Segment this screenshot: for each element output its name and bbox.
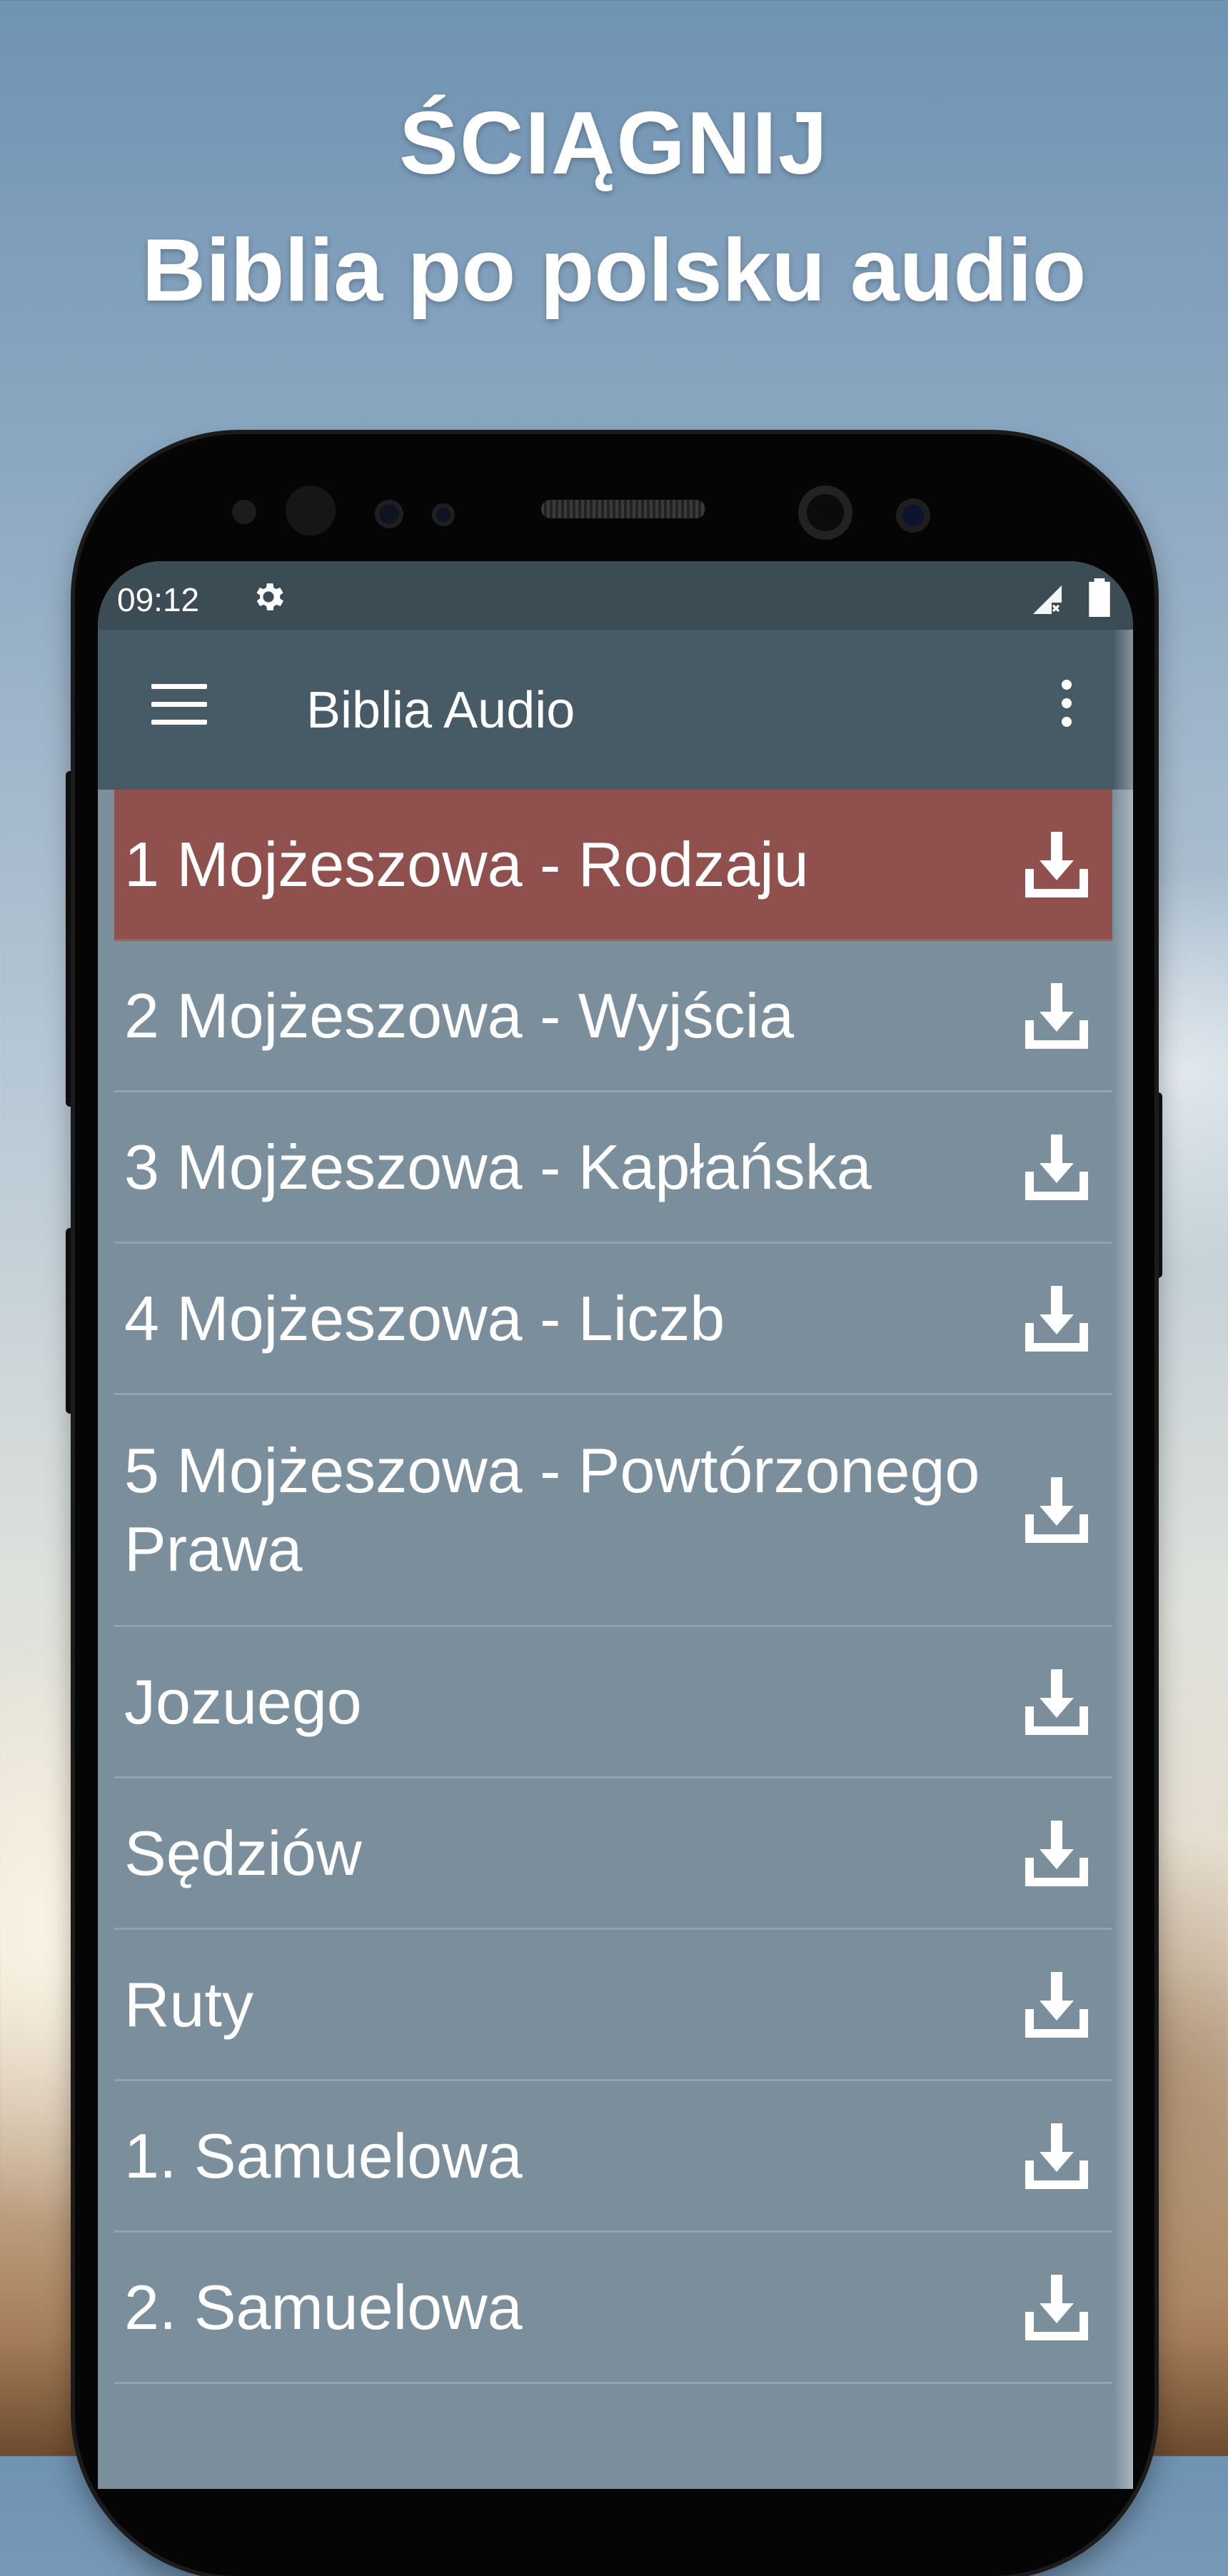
download-icon[interactable] [1022,2120,1091,2192]
download-icon[interactable] [1022,1132,1091,1203]
book-row[interactable]: 1. Samuelowa [114,2081,1112,2233]
book-title: 2. Samuelowa [124,2271,523,2343]
menu-icon[interactable] [151,684,207,725]
book-title: 4 Mojżeszowa - Liczb [124,1282,725,1354]
book-title: 3 Mojżeszowa - Kapłańska [124,1131,872,1202]
signal-icon [1033,585,1062,614]
book-row[interactable]: Ruty [114,1930,1112,2081]
phone-screen: 09:12 Biblia Audio 1 Mojżeszowa - Rodzaj… [98,561,1133,2489]
phone-sensor [432,503,455,526]
download-icon[interactable] [1022,1818,1091,1889]
book-row[interactable]: 5 Mojżeszowa - Powtórzonego Prawa [114,1395,1112,1627]
phone-earpiece [541,500,705,518]
phone-volume-button [66,771,76,1107]
phone-sensor [375,500,403,528]
book-row[interactable]: Jozuego [114,1627,1112,1778]
download-icon[interactable] [1022,1969,1091,2041]
book-title: 2 Mojżeszowa - Wyjścia [124,980,795,1051]
download-icon[interactable] [1022,829,1091,900]
download-icon[interactable] [1022,1474,1091,1546]
phone-iris-scanner [896,498,930,533]
book-title: 1. Samuelowa [124,2120,523,2191]
download-icon[interactable] [1022,2272,1091,2343]
book-row[interactable]: 4 Mojżeszowa - Liczb [114,1244,1112,1395]
book-row[interactable]: 1 Mojżeszowa - Rodzaju [114,790,1112,941]
screen-edge-shade [1113,630,1133,2489]
phone-sensor [286,485,336,535]
download-icon[interactable] [1022,1283,1091,1354]
phone-bixby-button [66,1228,76,1414]
download-icon[interactable] [1022,980,1091,1052]
book-title: Sędziów [124,1817,362,1888]
book-title: Jozuego [124,1666,362,1737]
promo-headline: ŚCIĄGNIJ [399,94,829,193]
book-title: 5 Mojżeszowa - Powtórzonego Prawa [124,1435,980,1584]
app-title: Biblia Audio [306,682,575,739]
battery-icon [1089,578,1110,617]
book-list: 1 Mojżeszowa - Rodzaju 2 Mojżeszowa - Wyj… [114,790,1112,2384]
book-row[interactable]: 2 Mojżeszowa - Wyjścia [114,941,1112,1092]
book-row[interactable]: Sędziów [114,1778,1112,1930]
gear-icon [256,583,284,610]
status-time: 09:12 [117,581,200,618]
book-row[interactable]: 2. Samuelowa [114,2233,1112,2384]
promo-subheadline: Biblia po polsku audio [141,221,1087,320]
phone-front-camera [798,485,852,540]
phone-sensor [232,500,256,524]
download-icon[interactable] [1022,1666,1091,1738]
status-bar: 09:12 [98,561,1133,630]
book-title: 1 Mojżeszowa - Rodzaju [124,828,809,900]
book-row[interactable]: 3 Mojżeszowa - Kapłańska [114,1092,1112,1244]
book-title: Ruty [124,1968,253,2040]
more-vert-icon[interactable] [1058,680,1075,737]
app-bar: Biblia Audio [98,630,1133,790]
